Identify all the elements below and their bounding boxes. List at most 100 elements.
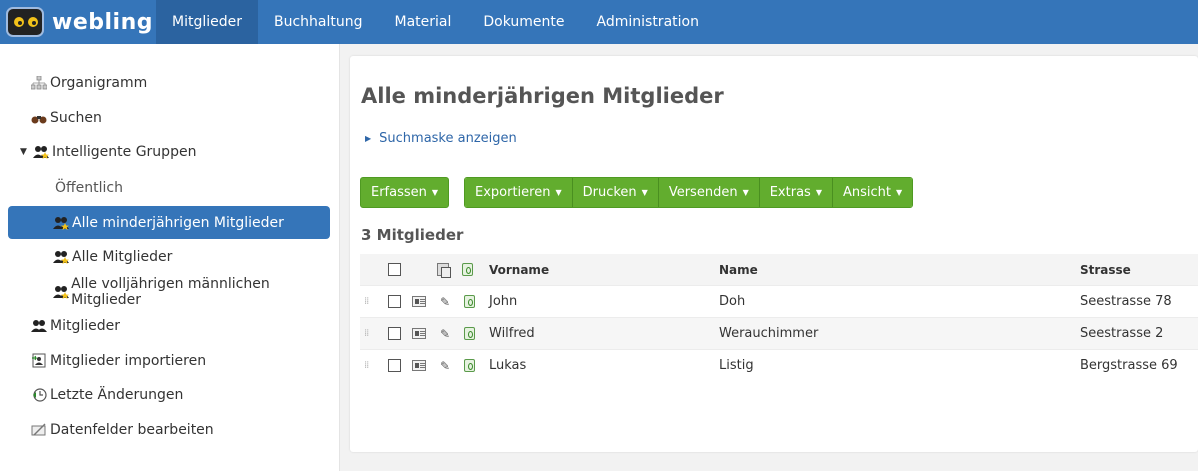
sidebar-item-label: Öffentlich [55, 179, 123, 196]
select-all-checkbox[interactable] [388, 263, 401, 276]
cell-vorname: Lukas [489, 358, 527, 373]
smart-group-icon [32, 144, 50, 160]
extras-button[interactable]: Extras ▼ [759, 178, 833, 207]
member-count: 3 Mitglieder [361, 226, 464, 244]
sidebar-item-label: Alle minderjährigen Mitglieder [72, 214, 284, 231]
ansicht-button[interactable]: Ansicht ▼ [832, 178, 913, 207]
column-header-vorname[interactable]: Vorname [489, 254, 549, 285]
column-header-name[interactable]: Name [719, 254, 758, 285]
cell-strasse: Seestrasse 2 [1080, 326, 1164, 341]
sidebar-item-label: Alle Mitglieder [72, 248, 173, 265]
cell-vorname: John [489, 294, 518, 309]
delete-icon[interactable] [464, 359, 475, 372]
sidebar-item-suchen[interactable]: Suchen [30, 101, 330, 134]
row-checkbox[interactable] [388, 327, 401, 340]
versenden-label: Versenden [668, 185, 738, 200]
sidebar-item-alle-volljaehrigen-maennlichen[interactable]: Alle volljährigen männlichen Mitglieder [52, 275, 330, 308]
sidebar-item-mitglieder-importieren[interactable]: Mitglieder importieren [30, 344, 330, 377]
smart-group-icon [52, 215, 70, 231]
sidebar-item-datenfelder-bearbeiten[interactable]: Datenfelder bearbeiten [30, 413, 330, 446]
versenden-button[interactable]: Versenden ▼ [658, 178, 760, 207]
sidebar-item-oeffentlich[interactable]: Öffentlich [55, 171, 330, 204]
import-icon [30, 353, 48, 369]
cell-name: Listig [719, 358, 754, 373]
members-table: Vorname Name Strasse ⁞⁞ ✎ John Doh Seest… [360, 254, 1198, 381]
smart-group-icon [52, 284, 69, 300]
exportieren-button[interactable]: Exportieren ▼ [465, 178, 573, 207]
nav-buchhaltung[interactable]: Buchhaltung [258, 0, 379, 44]
erfassen-button[interactable]: Erfassen ▼ [360, 177, 450, 208]
nav-dokumente[interactable]: Dokumente [467, 0, 580, 44]
cell-strasse: Seestrasse 78 [1080, 294, 1172, 309]
table-row[interactable]: ⁞⁞ ✎ Wilfred Werauchimmer Seestrasse 2 [360, 317, 1198, 349]
cell-strasse: Bergstrasse 69 [1080, 358, 1178, 373]
sidebar-item-alle-minderjaehrigen[interactable]: Alle minderjährigen Mitglieder [8, 206, 330, 239]
sidebar-item-label: Mitglieder [50, 317, 120, 334]
erfassen-label: Erfassen [371, 185, 427, 200]
chevron-right-icon: ▶ [365, 134, 372, 143]
drag-handle-icon[interactable]: ⁞⁞ [364, 296, 369, 307]
edit-icon[interactable]: ✎ [440, 327, 450, 341]
caret-down-icon: ▼ [895, 188, 903, 197]
caret-down-icon: ▼ [431, 188, 439, 197]
drucken-button[interactable]: Drucken ▼ [572, 178, 659, 207]
delete-all-icon[interactable] [462, 263, 473, 276]
top-navigation-bar: webling Mitglieder Buchhaltung Material … [0, 0, 1198, 44]
sidebar-item-intelligente-gruppen[interactable]: ▼ Intelligente Gruppen [8, 135, 330, 168]
table-row[interactable]: ⁞⁞ ✎ John Doh Seestrasse 78 [360, 285, 1198, 317]
edit-icon[interactable]: ✎ [440, 295, 450, 309]
sidebar-item-label: Intelligente Gruppen [52, 143, 197, 160]
page-title: Alle minderjährigen Mitglieder [361, 84, 724, 108]
drucken-label: Drucken [582, 185, 637, 200]
caret-down-icon: ▼ [742, 188, 749, 197]
nav-material[interactable]: Material [379, 0, 468, 44]
search-mask-toggle[interactable]: ▶ Suchmaske anzeigen [365, 131, 517, 146]
table-header: Vorname Name Strasse [360, 254, 1198, 285]
history-icon [30, 387, 48, 403]
column-header-strasse[interactable]: Strasse [1080, 254, 1131, 285]
member-card-icon[interactable] [412, 296, 426, 307]
caret-down-icon: ▼ [555, 188, 562, 197]
table-row[interactable]: ⁞⁞ ✎ Lukas Listig Bergstrasse 69 [360, 349, 1198, 381]
nav-mitglieder[interactable]: Mitglieder [156, 0, 258, 44]
ansicht-label: Ansicht [842, 185, 891, 200]
caret-down-icon: ▼ [641, 188, 648, 197]
logo-text: webling [52, 9, 153, 35]
sidebar: Organigramm Suchen ▼ Intelligente Gruppe… [0, 44, 340, 471]
delete-icon[interactable] [464, 327, 475, 340]
search-mask-toggle-label: Suchmaske anzeigen [379, 131, 517, 146]
sidebar-item-mitglieder[interactable]: Mitglieder [30, 309, 330, 342]
member-card-icon[interactable] [412, 328, 426, 339]
row-checkbox[interactable] [388, 295, 401, 308]
drag-handle-icon[interactable]: ⁞⁞ [364, 360, 369, 371]
edit-icon[interactable]: ✎ [440, 359, 450, 373]
sidebar-item-label: Datenfelder bearbeiten [50, 421, 214, 438]
binoculars-icon [30, 110, 48, 126]
cell-name: Werauchimmer [719, 326, 819, 341]
sidebar-item-letzte-aenderungen[interactable]: Letzte Änderungen [30, 378, 330, 411]
smart-group-icon [52, 249, 70, 265]
sidebar-item-organigramm[interactable]: Organigramm [30, 66, 330, 99]
row-checkbox[interactable] [388, 359, 401, 372]
org-chart-icon [30, 75, 48, 91]
toolbar-button-group: Exportieren ▼ Drucken ▼ Versenden ▼ Extr… [464, 177, 914, 208]
sidebar-item-label: Organigramm [50, 74, 148, 91]
extras-label: Extras [769, 185, 811, 200]
copy-icon[interactable] [437, 263, 451, 278]
chevron-down-icon[interactable]: ▼ [20, 147, 32, 157]
nav-administration[interactable]: Administration [581, 0, 715, 44]
sidebar-item-label: Mitglieder importieren [50, 352, 207, 369]
member-card-icon[interactable] [412, 360, 426, 371]
main-panel: Alle minderjährigen Mitglieder ▶ Suchmas… [350, 56, 1198, 452]
webling-logo[interactable]: webling [6, 7, 153, 37]
cell-name: Doh [719, 294, 746, 309]
sidebar-item-label: Letzte Änderungen [50, 386, 184, 403]
cell-vorname: Wilfred [489, 326, 535, 341]
sidebar-item-alle-mitglieder[interactable]: Alle Mitglieder [52, 240, 330, 273]
drag-handle-icon[interactable]: ⁞⁞ [364, 328, 369, 339]
sidebar-item-label: Alle volljährigen männlichen Mitglieder [71, 275, 270, 308]
edit-fields-icon [30, 422, 48, 438]
exportieren-label: Exportieren [475, 185, 551, 200]
delete-icon[interactable] [464, 295, 475, 308]
caret-down-icon: ▼ [815, 188, 822, 197]
